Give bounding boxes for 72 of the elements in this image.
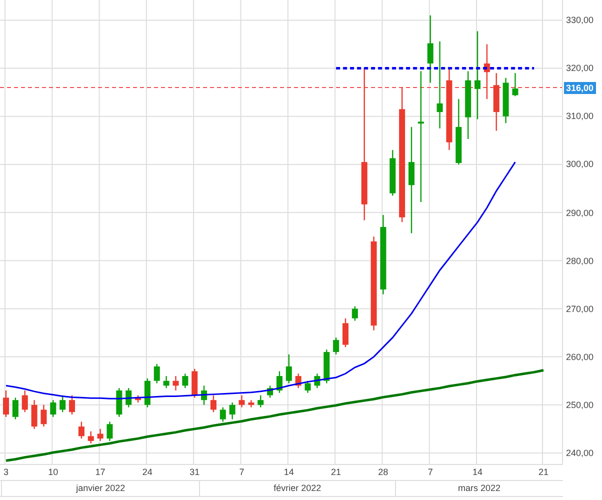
candlestick [258,395,264,408]
price-label: 316,00 [564,82,596,94]
candlestick [512,73,518,96]
axis-month-label: février 2022 [199,481,394,496]
candlestick [97,428,104,441]
axis-tick-label: 310,00 [566,111,594,122]
candlestick [60,395,66,412]
axis-tick-label: 7 [238,465,246,480]
axis-tick-label: 290,00 [566,208,594,218]
candlestick [248,400,254,408]
candlestick [342,318,348,348]
candlestick [135,395,142,402]
axis-tick-label: 240,00 [566,448,594,458]
candlestick [324,350,330,384]
axis-tick-label: 330,00 [566,15,594,26]
axis-tick-label: 300,00 [566,159,594,170]
axis-tick-label: 24 [141,465,154,480]
candlestick [276,371,282,393]
axis-tick-label: 14 [282,465,295,480]
candlestick [267,386,274,398]
candlestick [286,354,292,384]
candlestick [456,99,462,164]
candlestick [484,44,490,100]
candlestick [126,388,132,408]
candlestick [22,390,28,412]
candlestick [314,374,320,388]
candlestick [220,407,226,422]
candlestick [465,71,472,139]
axis-tick-label: 21 [330,465,342,480]
axis-tick-label: 320,00 [566,63,594,74]
candlestick [78,422,84,439]
axis-tick-label: 280,00 [566,256,594,266]
axis-tick-label: 7 [426,465,434,480]
axis-tick-label: 28 [377,465,390,480]
candlestick [333,338,340,354]
candlestick [88,431,94,444]
candlestick [31,400,38,429]
candlestick [172,376,179,390]
axis-month-label: mars 2022 [394,481,563,496]
candlestick [12,398,18,420]
candlestick [144,378,150,408]
candlestick [304,380,311,393]
candlestick [352,306,358,321]
candlestick [201,386,208,405]
axis-tick-label: 3 [2,465,10,480]
axis-tick-label: 17 [94,465,106,480]
axis-tick-label: 14 [472,465,484,480]
candlestick [427,15,434,83]
candlestick [210,395,216,412]
candlestick [295,374,302,388]
axis-tick-label: 31 [188,465,201,480]
candlestick [390,150,396,196]
candlestick [229,402,236,420]
axis-tick-label: 21 [538,465,550,480]
candlestick [238,395,245,408]
axis-month-label: janvier 2022 [1,481,200,496]
candlestick [69,395,75,414]
candlestick [502,78,509,124]
candlestick [40,404,47,427]
candlestick [163,376,170,388]
axis-tick-label: 10 [47,465,60,480]
axis-tick-label: 270,00 [566,304,594,314]
candlestick [106,422,113,441]
axis-tick-label: 260,00 [566,352,594,362]
candlestick [192,368,198,398]
candlestick [3,390,9,417]
candlestick [50,400,56,417]
candlestick [154,364,160,384]
axis-tick-label: 250,00 [566,400,594,410]
candlestick [182,374,188,388]
candlestick [116,388,122,417]
candlestick [493,73,500,131]
